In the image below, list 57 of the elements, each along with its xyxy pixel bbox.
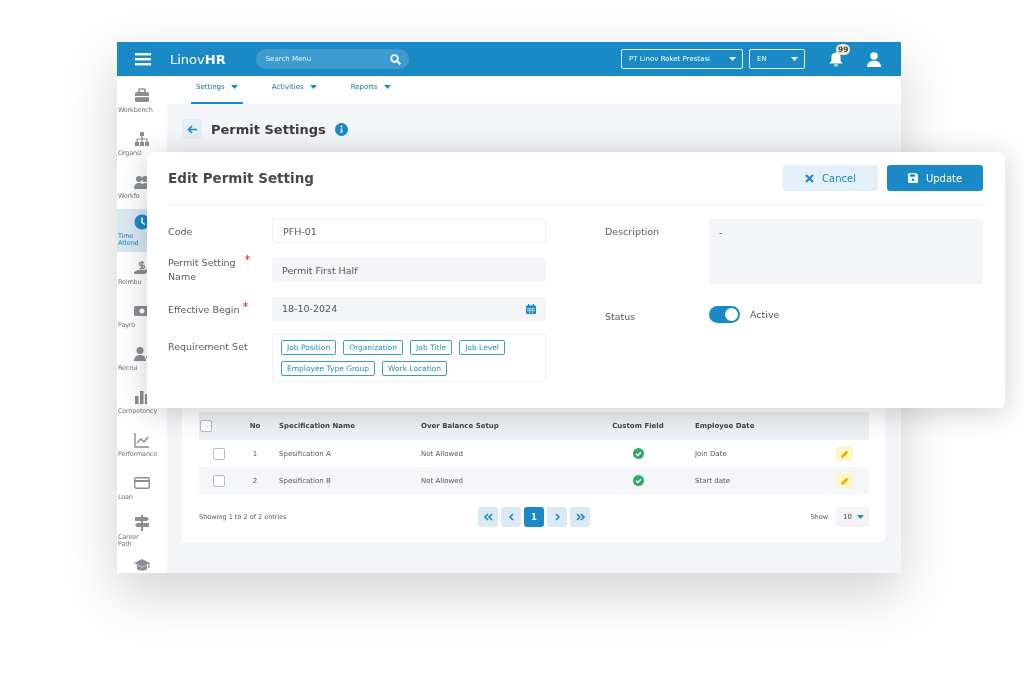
calendar-icon bbox=[526, 303, 536, 314]
last-page-button[interactable] bbox=[570, 507, 590, 527]
field-label: Requirement Set bbox=[168, 339, 248, 354]
checkbox[interactable] bbox=[213, 474, 225, 487]
bell-icon[interactable] bbox=[829, 51, 843, 67]
status-toggle[interactable] bbox=[709, 306, 740, 323]
dialog-title: Edit Permit Setting bbox=[168, 170, 314, 186]
update-button[interactable]: Update bbox=[887, 165, 983, 191]
signpost-icon bbox=[134, 514, 150, 531]
field-label: Effective Begin bbox=[168, 302, 240, 317]
code-field[interactable]: PFH-01 bbox=[272, 219, 546, 243]
arrow-left-icon bbox=[187, 124, 197, 134]
edit-button[interactable] bbox=[836, 446, 853, 461]
logo: LinovHR bbox=[170, 51, 226, 67]
bar-chart-icon bbox=[134, 389, 150, 406]
close-icon bbox=[805, 173, 815, 183]
description-field[interactable]: - bbox=[709, 219, 983, 284]
graduation-cap-icon bbox=[134, 557, 150, 573]
back-button[interactable] bbox=[182, 119, 202, 139]
cancel-button[interactable]: Cancel bbox=[783, 165, 878, 191]
checkbox[interactable] bbox=[213, 447, 225, 460]
caret-icon bbox=[309, 85, 317, 89]
date-field[interactable]: 18-10-2024 bbox=[272, 296, 546, 321]
briefcase-icon bbox=[134, 88, 150, 105]
caret-icon bbox=[791, 57, 798, 61]
checkbox[interactable] bbox=[200, 420, 212, 432]
info-icon[interactable] bbox=[334, 122, 348, 136]
field-label: Status bbox=[605, 310, 636, 324]
first-page-button[interactable] bbox=[478, 507, 498, 527]
pencil-icon bbox=[840, 449, 849, 458]
org-chart-icon bbox=[134, 131, 150, 148]
next-page-icon bbox=[552, 513, 562, 521]
field-label: Description bbox=[605, 225, 660, 239]
name-field[interactable]: Permit First Half bbox=[272, 258, 546, 282]
page-title: Permit Settings bbox=[211, 121, 326, 137]
previous-page-button[interactable] bbox=[501, 507, 521, 527]
last-page-icon bbox=[575, 513, 585, 521]
person-icon bbox=[134, 346, 150, 363]
field-label: Permit Setting Name bbox=[168, 256, 237, 284]
user-icon[interactable] bbox=[867, 51, 881, 67]
status-text: Active bbox=[750, 308, 780, 320]
caret-icon bbox=[230, 85, 238, 89]
first-page-icon bbox=[483, 513, 493, 521]
caret-icon bbox=[857, 515, 864, 519]
previous-page-icon bbox=[506, 513, 516, 521]
page-button[interactable]: 1 bbox=[524, 507, 544, 527]
card-icon bbox=[134, 475, 150, 492]
caret-icon bbox=[383, 85, 391, 89]
menu-icon[interactable] bbox=[135, 52, 151, 66]
search-icon bbox=[389, 53, 401, 65]
caret-icon bbox=[729, 57, 736, 61]
field-label: Code bbox=[168, 225, 193, 239]
pencil-icon bbox=[840, 476, 849, 485]
edit-button[interactable] bbox=[836, 473, 853, 488]
line-chart-icon bbox=[134, 432, 150, 449]
next-page-button[interactable] bbox=[547, 507, 567, 527]
money-hand-icon bbox=[134, 260, 150, 277]
